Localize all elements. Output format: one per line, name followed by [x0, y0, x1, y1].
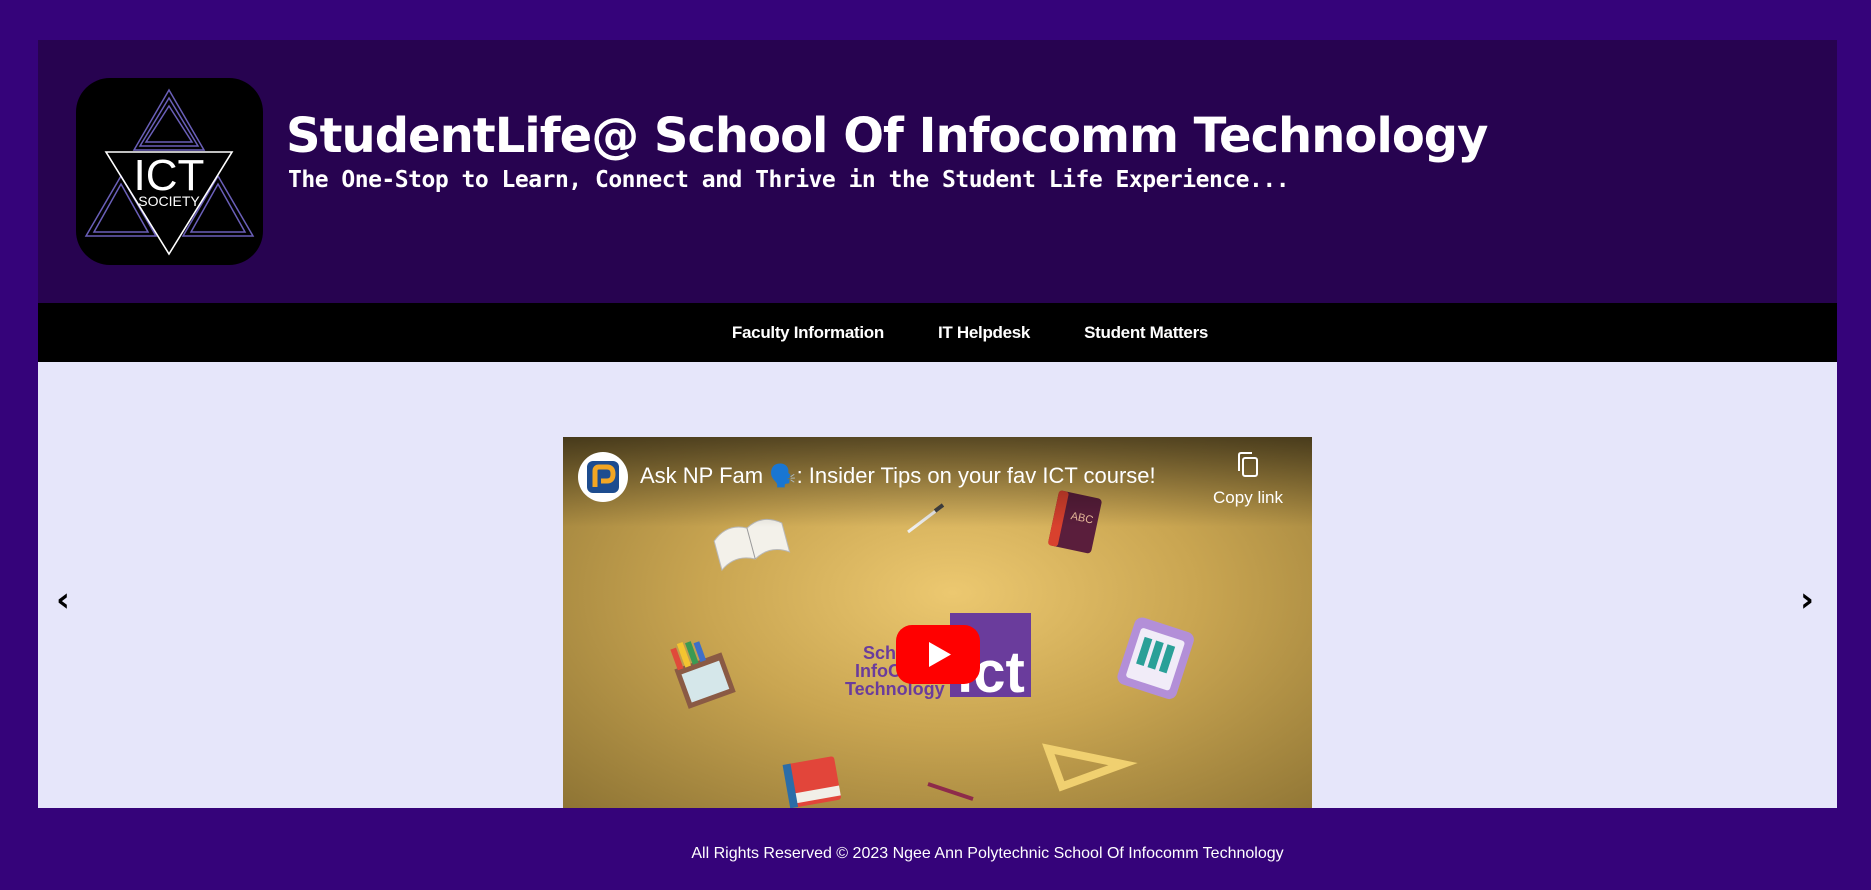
- main-nav: Faculty Information IT Helpdesk Student …: [38, 303, 1837, 362]
- carousel-next-button[interactable]: ›: [1800, 580, 1814, 620]
- nav-item-student-matters[interactable]: Student Matters: [1084, 323, 1208, 343]
- footer-copyright: All Rights Reserved © 2023 Ngee Ann Poly…: [691, 845, 1284, 862]
- youtube-video-embed[interactable]: ABC: [563, 437, 1312, 808]
- site-footer: All Rights Reserved © 2023 Ngee Ann Poly…: [38, 808, 1837, 890]
- site-header: ICT SOCIETY StudentLife@ School Of Infoc…: [38, 40, 1837, 303]
- copy-link-label: Copy link: [1213, 488, 1283, 507]
- video-title[interactable]: Ask NP Fam 🗣️: Insider Tips on your fav …: [640, 463, 1156, 489]
- nav-item-it-helpdesk[interactable]: IT Helpdesk: [938, 323, 1030, 343]
- svg-text:Sch: Sch: [863, 643, 896, 663]
- page: ICT SOCIETY StudentLife@ School Of Infoc…: [38, 40, 1837, 890]
- copy-link-button[interactable]: Copy link: [1203, 451, 1293, 508]
- site-tagline: The One-Stop to Learn, Connect and Thriv…: [288, 167, 1290, 193]
- site-title: StudentLife@ School Of Infocomm Technolo…: [286, 108, 1488, 164]
- logo-graphic: ICT SOCIETY: [84, 88, 255, 256]
- copy-icon: [1238, 452, 1258, 477]
- carousel-prev-button[interactable]: ‹: [56, 580, 70, 620]
- nav-item-faculty-information[interactable]: Faculty Information: [732, 323, 884, 343]
- channel-avatar-icon[interactable]: [578, 452, 628, 502]
- logo-text-society: SOCIETY: [138, 193, 200, 209]
- carousel: ‹ ABC: [38, 362, 1837, 808]
- play-button-icon[interactable]: [896, 625, 980, 684]
- svg-text:InfoC: InfoC: [855, 661, 901, 681]
- ict-society-logo[interactable]: ICT SOCIETY: [76, 78, 263, 265]
